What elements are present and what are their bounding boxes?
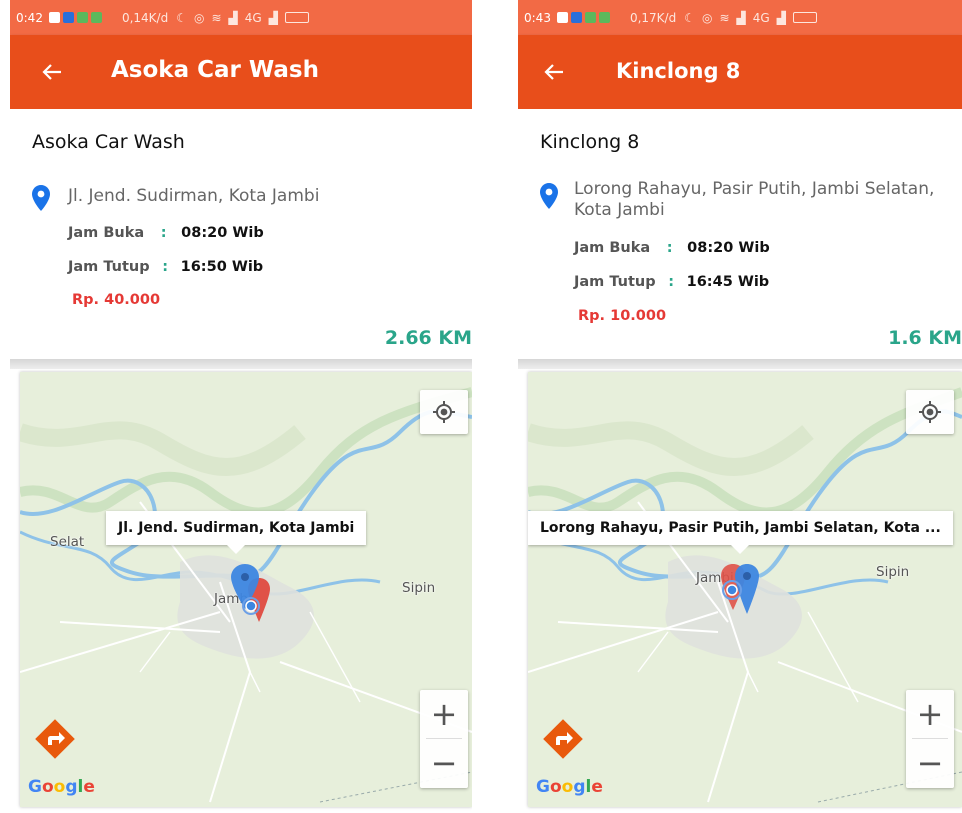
map-view[interactable]: Selat Jambi Sipin Jl. Jend. Sudirman, Ko… xyxy=(20,372,472,807)
battery-icon xyxy=(284,12,309,23)
status-time: 0:42 xyxy=(16,10,43,25)
my-location-button[interactable] xyxy=(906,390,954,434)
app-icon xyxy=(584,12,596,23)
app-bar: Kinclong 8 xyxy=(518,35,962,109)
directions-icon[interactable] xyxy=(542,718,584,760)
open-label: Jam Buka xyxy=(574,240,651,256)
status-time: 0:43 xyxy=(524,10,551,25)
zoom-controls: + − xyxy=(420,690,468,788)
network-type: 4G xyxy=(752,10,770,25)
place-name: Kinclong 8 xyxy=(540,131,640,153)
moon-icon: ☾ xyxy=(684,10,695,25)
my-location-icon xyxy=(919,401,941,423)
system-icons: ☾ ◎ ≋ ▟ 4G ▟ xyxy=(176,11,309,25)
signal-icon: ▟ xyxy=(776,10,786,25)
signal-icon: ▟ xyxy=(736,10,746,25)
app-icon xyxy=(570,12,582,23)
back-button[interactable] xyxy=(536,54,572,90)
app-icon xyxy=(62,12,74,23)
screen-kinclong-8: 0:43 0,17K/d ☾ ◎ ≋ ▟ 4G ▟ Kinclong 8 Kin… xyxy=(518,0,962,813)
place-name: Asoka Car Wash xyxy=(32,131,185,153)
price: Rp. 40.000 xyxy=(72,292,161,308)
map-marker-icon[interactable] xyxy=(716,562,768,632)
close-value: 16:50 Wib xyxy=(180,259,264,275)
location-pin-icon xyxy=(540,183,558,209)
alarm-icon: ◎ xyxy=(701,10,713,25)
open-label: Jam Buka xyxy=(68,225,145,241)
map-label: Selat xyxy=(50,534,85,550)
status-bar: 0:43 0,17K/d ☾ ◎ ≋ ▟ 4G ▟ xyxy=(518,0,962,35)
net-speed: 0,17K/d xyxy=(629,10,677,25)
my-location-icon xyxy=(433,401,455,423)
app-icon xyxy=(76,12,88,23)
net-speed: 0,14K/d xyxy=(121,10,169,25)
open-value: 08:20 Wib xyxy=(181,225,264,241)
alarm-icon: ◎ xyxy=(193,10,205,25)
status-bar: 0:42 0,14K/d ☾ ◎ ≋ ▟ 4G ▟ xyxy=(10,0,472,35)
battery-icon xyxy=(792,12,817,23)
screen-asoka-car-wash: 0:42 0,14K/d ☾ ◎ ≋ ▟ 4G ▟ Asoka Car Wash… xyxy=(10,0,472,813)
zoom-out-button[interactable]: − xyxy=(420,739,468,787)
directions-icon[interactable] xyxy=(34,718,76,760)
my-location-button[interactable] xyxy=(420,390,468,434)
close-label: Jam Tutup xyxy=(574,274,656,290)
place-details: Kinclong 8 Lorong Rahayu, Pasir Putih, J… xyxy=(518,109,962,359)
notification-icons xyxy=(556,12,610,23)
zoom-controls: + − xyxy=(906,690,954,788)
close-value: 16:45 Wib xyxy=(686,274,770,290)
app-icon xyxy=(90,12,102,23)
moon-icon: ☾ xyxy=(176,10,187,25)
price: Rp. 10.000 xyxy=(578,308,667,324)
open-hours: Jam Buka : 08:20 Wib xyxy=(574,240,770,256)
divider xyxy=(518,359,962,369)
close-hours: Jam Tutup : 16:50 Wib xyxy=(68,259,264,275)
map-marker-icon[interactable] xyxy=(225,564,275,634)
app-bar: Asoka Car Wash xyxy=(10,35,472,109)
arrow-left-icon xyxy=(544,64,563,80)
google-logo: Google xyxy=(28,777,95,797)
arrow-left-icon xyxy=(42,64,61,80)
network-type: 4G xyxy=(244,10,262,25)
map-label: Sipin xyxy=(876,564,910,580)
google-logo: Google xyxy=(536,777,603,797)
notification-icons xyxy=(48,12,102,23)
map-view[interactable]: Jambi Sipin Lorong Rahayu, Pasir Putih, … xyxy=(528,372,962,807)
place-address: Lorong Rahayu, Pasir Putih, Jambi Selata… xyxy=(574,179,935,220)
map-info-window[interactable]: Jl. Jend. Sudirman, Kota Jambi xyxy=(106,511,367,554)
map-label: Sipin xyxy=(402,580,436,596)
system-icons: ☾ ◎ ≋ ▟ 4G ▟ xyxy=(684,11,817,25)
open-hours: Jam Buka : 08:20 Wib xyxy=(68,225,264,241)
location-pin-icon xyxy=(32,185,50,211)
mail-icon xyxy=(48,12,60,23)
place-address: Jl. Jend. Sudirman, Kota Jambi xyxy=(68,186,320,206)
open-value: 08:20 Wib xyxy=(687,240,770,256)
wifi-icon: ≋ xyxy=(719,10,730,25)
map-info-window[interactable]: Lorong Rahayu, Pasir Putih, Jambi Selata… xyxy=(528,511,953,554)
zoom-in-button[interactable]: + xyxy=(906,690,954,738)
back-button[interactable] xyxy=(34,54,70,90)
signal-icon: ▟ xyxy=(268,10,278,25)
divider xyxy=(10,359,472,369)
app-icon xyxy=(598,12,610,23)
close-hours: Jam Tutup : 16:45 Wib xyxy=(574,274,770,290)
zoom-out-button[interactable]: − xyxy=(906,739,954,787)
distance: 2.66 KM xyxy=(384,327,472,349)
mail-icon xyxy=(556,12,568,23)
distance: 1.6 KM xyxy=(888,327,962,349)
wifi-icon: ≋ xyxy=(211,10,222,25)
zoom-in-button[interactable]: + xyxy=(420,690,468,738)
page-title: Kinclong 8 xyxy=(616,59,741,83)
page-title: Asoka Car Wash xyxy=(111,57,319,83)
place-details: Asoka Car Wash Jl. Jend. Sudirman, Kota … xyxy=(10,109,472,359)
signal-icon: ▟ xyxy=(228,10,238,25)
close-label: Jam Tutup xyxy=(68,259,150,275)
